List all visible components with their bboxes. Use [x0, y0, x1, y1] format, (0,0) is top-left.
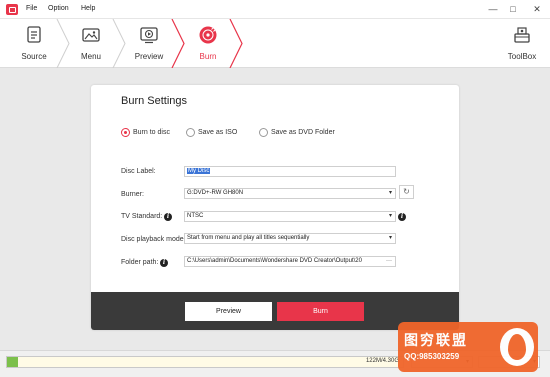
radio-save-as-dvd-folder[interactable]: Save as DVD Folder — [259, 128, 339, 138]
watermark: 图穷联盟 QQ:985303259 — [398, 322, 538, 372]
panel-title: Burn Settings — [121, 95, 188, 107]
disc-label-label: Disc Label: — [121, 168, 156, 175]
refresh-burner-button[interactable]: ↻ — [399, 185, 414, 199]
burn-settings-panel: Burn Settings Burn to disc Save as ISO S… — [91, 85, 459, 330]
menu-image-icon — [82, 28, 100, 42]
close-button[interactable]: ✕ — [530, 3, 544, 16]
step-burn-label: Burn — [199, 52, 217, 61]
folder-path-value: C:\Users\admin\Documents\Wondershare DVD… — [187, 258, 362, 264]
info-icon[interactable]: i — [164, 213, 172, 221]
tv-standard-value: NTSC — [187, 213, 204, 219]
radio-unselected-icon — [259, 128, 268, 137]
radio-save-as-iso[interactable]: Save as ISO — [186, 128, 246, 138]
minimize-button[interactable]: — — [486, 3, 500, 16]
radio-label: Burn to disc — [133, 129, 170, 136]
step-preview-label: Preview — [134, 52, 164, 61]
disc-capacity-fill — [7, 357, 18, 367]
radio-label: Save as DVD Folder — [271, 129, 335, 136]
preview-button[interactable]: Preview — [185, 302, 272, 321]
watermark-title: 图穷联盟 — [404, 332, 468, 348]
disc-capacity-bar: 122M/4.30G — [6, 356, 404, 368]
menu-option[interactable]: Option — [48, 5, 69, 12]
step-preview[interactable]: Preview — [124, 19, 174, 68]
step-divider-active — [229, 19, 243, 68]
menu-help[interactable]: Help — [81, 5, 95, 12]
folder-path-label: Folder path: — [121, 259, 159, 266]
radio-burn-to-disc[interactable]: Burn to disc — [121, 128, 181, 138]
burner-label: Burner: — [121, 191, 144, 198]
step-source-label: Source — [21, 52, 47, 61]
chevron-down-icon: ▾ — [388, 190, 392, 196]
toolbox-label: ToolBox — [507, 52, 537, 61]
disc-playback-mode-label: Disc playback mode: — [121, 236, 186, 243]
preview-play-icon — [140, 27, 158, 44]
info-icon[interactable]: i — [398, 213, 406, 221]
source-document-icon — [27, 26, 41, 43]
app-logo-icon — [6, 4, 18, 15]
radio-unselected-icon — [186, 128, 195, 137]
toolbox-icon — [514, 27, 530, 43]
restore-button[interactable]: □ — [506, 3, 520, 16]
watermark-qq: QQ:985303259 — [404, 352, 460, 361]
burn-disc-icon — [199, 26, 217, 44]
info-icon[interactable]: i — [160, 259, 168, 267]
disc-playback-mode-value: Start from menu and play all titles sequ… — [187, 235, 310, 241]
chevron-down-icon: ▾ — [388, 235, 392, 241]
browse-folder-button[interactable]: ··· — [384, 257, 392, 266]
disc-playback-mode-select[interactable]: Start from menu and play all titles sequ… — [184, 233, 396, 244]
main-area: Burn Settings Burn to disc Save as ISO S… — [0, 68, 550, 350]
disc-capacity-text: 122M/4.30G — [365, 358, 399, 364]
menu-bar: File Option Help — □ ✕ — [0, 0, 550, 19]
radio-selected-icon — [121, 128, 130, 137]
menu-file[interactable]: File — [26, 5, 37, 12]
step-divider-active — [171, 19, 185, 68]
step-source[interactable]: Source — [8, 19, 60, 68]
refresh-icon: ↻ — [403, 187, 410, 196]
step-burn[interactable]: Burn — [184, 19, 232, 68]
radio-label: Save as ISO — [198, 129, 238, 136]
burn-button[interactable]: Burn — [277, 302, 364, 321]
step-menu[interactable]: Menu — [68, 19, 114, 68]
folder-path-input[interactable]: C:\Users\admin\Documents\Wondershare DVD… — [184, 256, 396, 267]
burner-value: G:DVD+-RW GH80N — [187, 190, 244, 196]
steps-toolbar: Source Menu Preview Burn ToolBox — [0, 19, 550, 68]
toolbox-button[interactable]: ToolBox — [500, 19, 544, 68]
chevron-down-icon: ▾ — [388, 213, 392, 219]
step-menu-label: Menu — [80, 52, 101, 61]
burner-select[interactable]: G:DVD+-RW GH80N ▾ — [184, 188, 396, 199]
flame-logo-icon — [500, 328, 534, 366]
disc-label-input[interactable]: My Disc — [184, 166, 396, 177]
disc-label-value: My Disc — [187, 168, 211, 174]
tv-standard-select[interactable]: NTSC ▾ — [184, 211, 396, 222]
tv-standard-label: TV Standard: — [121, 213, 163, 220]
